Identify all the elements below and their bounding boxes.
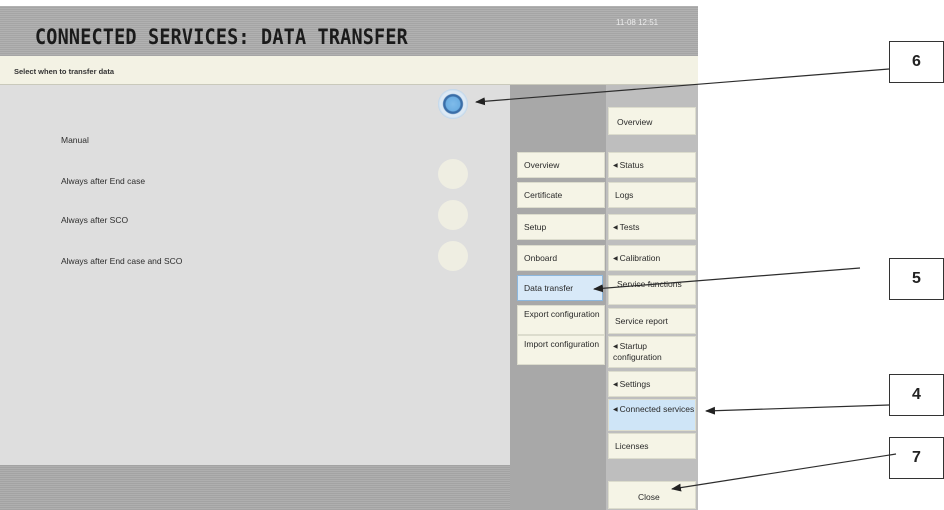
arrow-5	[593, 267, 861, 293]
callout-arrows	[475, 68, 897, 492]
arrow-4	[705, 404, 890, 415]
arrow-6	[475, 68, 890, 106]
arrow-7	[671, 453, 897, 492]
